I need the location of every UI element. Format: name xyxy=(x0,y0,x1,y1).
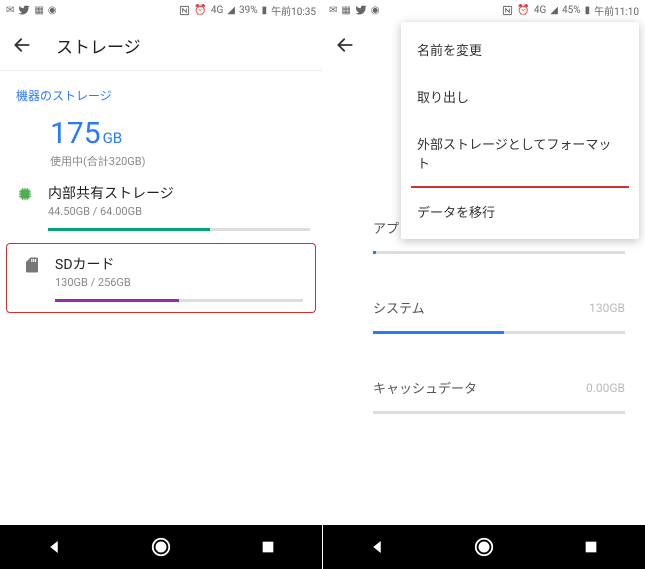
system-label: システム xyxy=(373,298,425,317)
circle-icon: ◉ xyxy=(371,5,380,16)
usage-caption: 使用中(合計320GB) xyxy=(50,153,306,169)
battery-icon: ▮ xyxy=(262,5,268,16)
page-title: ストレージ xyxy=(56,33,141,58)
system-bar xyxy=(373,331,625,334)
phone-right: ✉ ▦ ◉ ⏰ 4G ◢ 45% ▮ 午前11:10 名前を変更 取り出し 外部… xyxy=(323,0,645,569)
usage-unit: GB xyxy=(103,129,123,147)
sd-card-fill xyxy=(55,299,179,302)
twitter-icon xyxy=(18,4,30,16)
cache-value: 0.00GB xyxy=(586,381,625,395)
nav-back[interactable] xyxy=(34,527,74,567)
apps-fill xyxy=(373,251,376,254)
overflow-menu: 名前を変更 取り出し 外部ストレージとしてフォーマット データを移行 xyxy=(401,22,639,239)
nav-recent[interactable] xyxy=(571,527,611,567)
menu-migrate[interactable]: データを移行 xyxy=(401,188,639,235)
status-bar: ✉ ▦ ◉ ⏰ 4G ◢ 45% ▮ 午前11:10 xyxy=(323,0,645,20)
system-value: 130GB xyxy=(589,301,625,315)
nav-back[interactable] xyxy=(357,527,397,567)
cache-bar xyxy=(373,411,625,414)
internal-storage-fill xyxy=(48,228,210,231)
row-cache[interactable]: キャッシュデータ 0.00GB xyxy=(323,360,645,414)
twitter-icon xyxy=(355,4,367,16)
clock: 午前10:35 xyxy=(271,3,316,18)
internal-storage-bar xyxy=(48,228,310,231)
photo-icon: ▦ xyxy=(341,5,350,16)
app-bar: ストレージ xyxy=(0,20,322,71)
battery-icon: ▮ xyxy=(585,5,591,16)
network-label: 4G xyxy=(211,5,223,16)
back-button[interactable] xyxy=(333,33,357,57)
nfc-icon xyxy=(179,5,190,16)
internal-storage-row[interactable]: 内部共有ストレージ 44.50GB / 64.00GB xyxy=(0,169,322,241)
nav-home[interactable] xyxy=(141,527,181,567)
phone-left: ✉ ▦ ◉ ⏰ 4G ◢ 39% ▮ 午前10:35 ストレージ 機器のストレー… xyxy=(0,0,322,569)
internal-storage-sub: 44.50GB / 64.00GB xyxy=(48,205,310,218)
battery-pct: 45% xyxy=(562,5,581,16)
signal-icon: ◢ xyxy=(227,5,235,16)
alarm-icon: ⏰ xyxy=(194,5,206,16)
chip-icon xyxy=(12,183,38,203)
sd-highlight: SDカード 130GB / 256GB xyxy=(6,243,316,313)
signal-icon: ◢ xyxy=(550,5,558,16)
network-label: 4G xyxy=(534,5,546,16)
section-label: 機器のストレージ xyxy=(0,71,322,112)
nav-recent[interactable] xyxy=(248,527,288,567)
clock: 午前11:10 xyxy=(594,3,639,18)
sd-card-sub: 130GB / 256GB xyxy=(55,276,303,289)
back-button[interactable] xyxy=(10,33,34,57)
row-system[interactable]: システム 130GB xyxy=(323,280,645,334)
mail-icon: ✉ xyxy=(329,5,337,16)
photo-icon: ▦ xyxy=(34,5,43,16)
status-bar: ✉ ▦ ◉ ⏰ 4G ◢ 39% ▮ 午前10:35 xyxy=(0,0,322,20)
nfc-icon xyxy=(502,5,513,16)
menu-format-external[interactable]: 外部ストレージとしてフォーマット xyxy=(401,120,639,186)
nav-home[interactable] xyxy=(464,527,504,567)
cache-label: キャッシュデータ xyxy=(373,378,477,397)
total-usage: 175GB 使用中(合計320GB) xyxy=(0,112,322,169)
sd-card-title: SDカード xyxy=(55,254,303,274)
system-fill xyxy=(373,331,504,334)
nav-bar xyxy=(0,525,322,569)
mail-icon: ✉ xyxy=(6,5,14,16)
sd-card-icon xyxy=(19,254,45,274)
nav-bar xyxy=(323,525,645,569)
internal-storage-title: 内部共有ストレージ xyxy=(48,183,310,203)
alarm-icon: ⏰ xyxy=(517,5,529,16)
content: 機器のストレージ 175GB 使用中(合計320GB) 内部共有ストレージ 44… xyxy=(0,71,322,525)
sd-card-bar xyxy=(55,299,303,302)
sd-card-row[interactable]: SDカード 130GB / 256GB xyxy=(7,244,315,312)
apps-bar xyxy=(373,251,625,254)
menu-eject[interactable]: 取り出し xyxy=(401,73,639,120)
menu-rename[interactable]: 名前を変更 xyxy=(401,26,639,73)
battery-pct: 39% xyxy=(239,5,258,16)
circle-icon: ◉ xyxy=(48,5,57,16)
usage-value: 175 xyxy=(50,116,101,151)
